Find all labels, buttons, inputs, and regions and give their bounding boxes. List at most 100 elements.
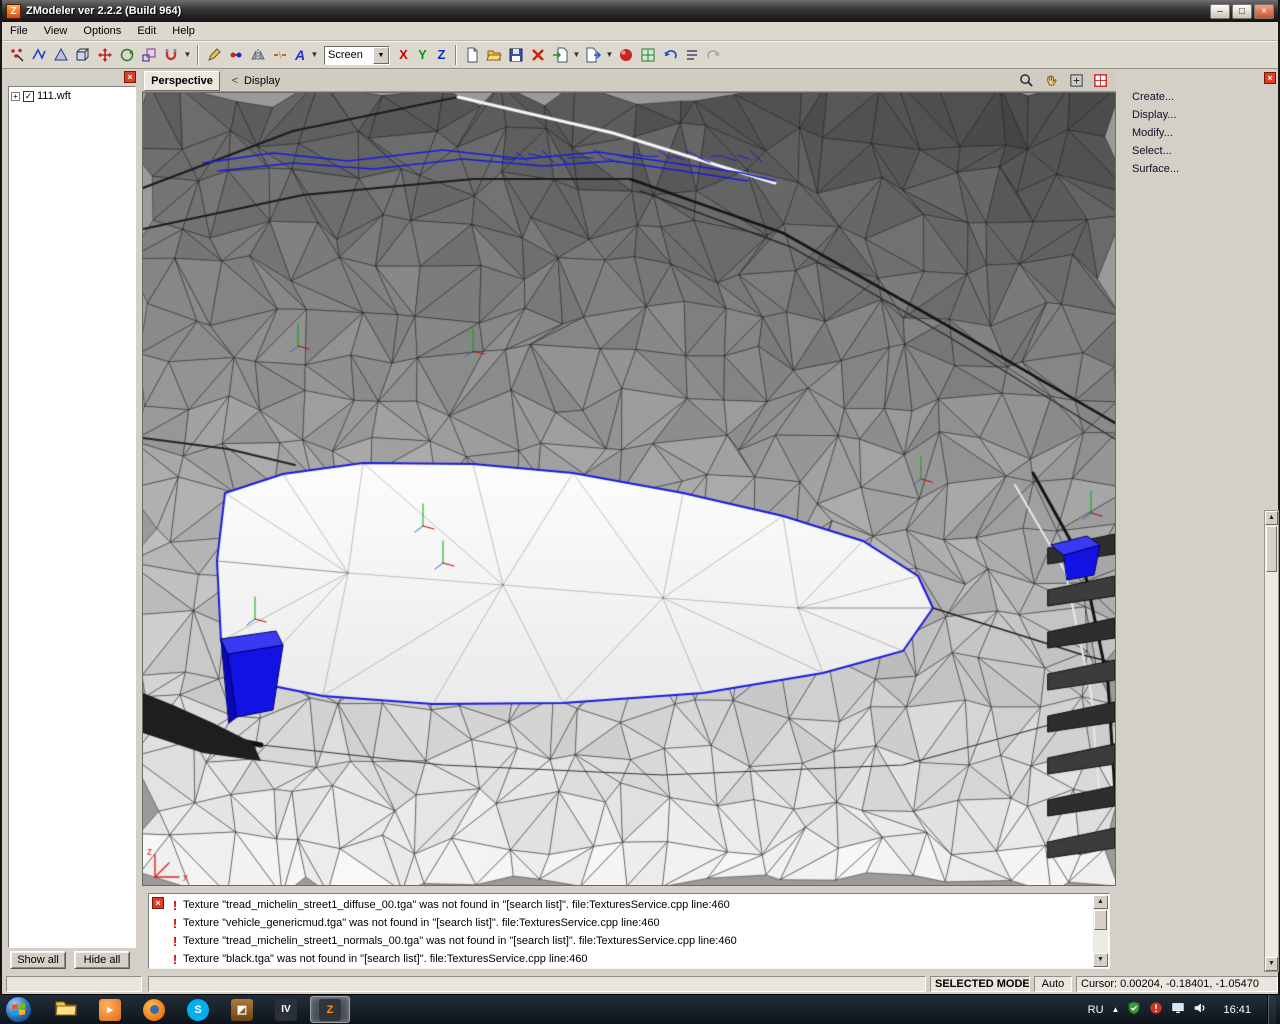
maximize-button[interactable]: □ [1232, 4, 1252, 19]
material-editor-icon[interactable] [615, 44, 637, 66]
modes-dropdown-icon[interactable]: ▼ [182, 44, 193, 66]
command-display[interactable]: Display... [1122, 106, 1280, 124]
axis-x-button[interactable]: X [394, 45, 413, 65]
log-scrollbar[interactable]: ▲ ▼ [1093, 895, 1108, 967]
command-surface[interactable]: Surface... [1122, 160, 1280, 178]
menu-help[interactable]: Help [164, 23, 203, 39]
import-dropdown-icon[interactable]: ▼ [571, 44, 582, 66]
screen-combobox[interactable]: Screen ▼ [324, 46, 390, 65]
show-all-button[interactable]: Show all [10, 951, 66, 969]
log-panel: × !Texture "tread_michelin_street1_diffu… [148, 893, 1110, 969]
scroll-up-icon[interactable]: ▲ [1265, 511, 1278, 525]
detach-icon[interactable] [269, 44, 291, 66]
scroll-down-icon[interactable]: ▼ [1093, 953, 1108, 967]
taskbar-skype-button[interactable]: S [178, 996, 218, 1023]
zmodeler-window: Z ZModeler ver 2.2.2 (Build 964) – □ × F… [0, 0, 1280, 994]
select-edges-icon[interactable] [28, 44, 50, 66]
taskbar-package-button[interactable]: ◩ [222, 996, 262, 1023]
taskbar-explorer-button[interactable] [46, 996, 86, 1023]
command-select[interactable]: Select... [1122, 142, 1280, 160]
import-icon[interactable] [549, 44, 571, 66]
language-indicator[interactable]: RU [1088, 1004, 1104, 1016]
export-icon[interactable] [582, 44, 604, 66]
mirror-icon[interactable] [247, 44, 269, 66]
log-entry-text: Texture "tread_michelin_street1_normals_… [183, 935, 737, 947]
expand-icon[interactable]: + [11, 92, 20, 101]
viewport-layout-icon[interactable] [1090, 70, 1112, 92]
log-entry[interactable]: !Texture "tread_michelin_street1_normals… [167, 932, 1091, 950]
axis-y-button[interactable]: Y [413, 45, 432, 65]
taskbar-openiv-button[interactable]: IV [266, 996, 306, 1023]
save-file-icon[interactable] [505, 44, 527, 66]
delete-icon[interactable] [527, 44, 549, 66]
tab-perspective[interactable]: Perspective [144, 71, 220, 91]
screen-combobox-arrow-icon[interactable]: ▼ [373, 47, 389, 64]
taskbar-clock[interactable]: 16:41 [1215, 1004, 1259, 1016]
text-style-button[interactable]: A [291, 44, 309, 66]
main-toolbar: ▼ A ▼ Screen ▼ X Y Z ▼ ▼ [2, 41, 1278, 69]
scene-tree: + ✓ 111.wft [8, 86, 136, 948]
zoom-icon[interactable] [1015, 70, 1037, 92]
select-polygons-icon[interactable] [50, 44, 72, 66]
scale-tool-icon[interactable] [138, 44, 160, 66]
visibility-checkbox[interactable]: ✓ [23, 91, 34, 102]
text-style-dropdown-icon[interactable]: ▼ [309, 44, 320, 66]
warning-icon: ! [167, 952, 183, 967]
open-file-icon[interactable] [483, 44, 505, 66]
menu-file[interactable]: File [2, 23, 36, 39]
command-modify[interactable]: Modify... [1122, 124, 1280, 142]
minimize-button[interactable]: – [1210, 4, 1230, 19]
log-panel-close-icon[interactable]: × [152, 897, 164, 909]
volume-tray-icon[interactable] [1193, 1001, 1207, 1018]
create-poly-icon[interactable] [203, 44, 225, 66]
maximize-viewport-icon[interactable] [1065, 70, 1087, 92]
scrollbar-thumb[interactable] [1266, 526, 1277, 572]
network-tray-icon[interactable] [1171, 1001, 1185, 1018]
status-auto-toggle[interactable]: Auto [1034, 976, 1072, 992]
log-entry[interactable]: !Texture "black.tga" was not found in "[… [167, 950, 1091, 968]
scrollbar-thumb[interactable] [1094, 910, 1107, 930]
select-vertices-icon[interactable] [6, 44, 28, 66]
command-create[interactable]: Create... [1122, 88, 1280, 106]
scroll-up-icon[interactable]: ▲ [1093, 895, 1108, 909]
new-file-icon[interactable] [461, 44, 483, 66]
weld-icon[interactable] [225, 44, 247, 66]
redo-icon[interactable] [703, 44, 725, 66]
viewport-display-label[interactable]: Display [244, 75, 280, 87]
scene-panel-close-icon[interactable]: × [124, 71, 136, 83]
hidden-icons-icon[interactable]: ▲ [1112, 1005, 1120, 1014]
security-shield-icon[interactable] [1127, 1001, 1141, 1018]
menu-view[interactable]: View [36, 23, 76, 39]
menu-options[interactable]: Options [75, 23, 129, 39]
command-panel-close-icon[interactable]: × [1264, 72, 1276, 84]
windows-logo-icon [12, 1003, 25, 1015]
close-button[interactable]: × [1254, 4, 1274, 19]
command-panel-scrollbar[interactable]: ▲ ▼ [1264, 510, 1279, 972]
update-tray-icon[interactable] [1149, 1001, 1163, 1018]
viewport-back-button[interactable]: < [228, 75, 242, 87]
taskbar-firefox-button[interactable] [134, 996, 174, 1023]
tree-item[interactable]: + ✓ 111.wft [9, 87, 135, 105]
3d-viewport[interactable] [142, 92, 1116, 886]
show-desktop-button[interactable] [1267, 995, 1276, 1024]
taskbar-zmodeler-button[interactable]: Z [310, 996, 350, 1023]
translate-tool-icon[interactable] [94, 44, 116, 66]
hide-all-button[interactable]: Hide all [74, 951, 130, 969]
menu-edit[interactable]: Edit [129, 23, 164, 39]
log-list-icon[interactable] [681, 44, 703, 66]
select-objects-icon[interactable] [72, 44, 94, 66]
axis-z-button[interactable]: Z [432, 45, 451, 65]
rotate-tool-icon[interactable] [116, 44, 138, 66]
start-button[interactable] [5, 996, 32, 1023]
undo-icon[interactable] [659, 44, 681, 66]
snap-toggle-icon[interactable] [160, 44, 182, 66]
scroll-down-icon[interactable]: ▼ [1265, 957, 1278, 971]
uv-mapper-icon[interactable] [637, 44, 659, 66]
log-entry[interactable]: !Texture "vehicle_genericmud.tga" was no… [167, 914, 1091, 932]
3d-viewport-canvas[interactable] [143, 93, 1115, 885]
export-dropdown-icon[interactable]: ▼ [604, 44, 615, 66]
log-entry[interactable]: !Texture "tread_michelin_street1_diffuse… [167, 896, 1091, 914]
media-player-icon: ▸ [99, 999, 121, 1021]
pan-hand-icon[interactable] [1040, 70, 1062, 92]
taskbar-media-player-button[interactable]: ▸ [90, 996, 130, 1023]
